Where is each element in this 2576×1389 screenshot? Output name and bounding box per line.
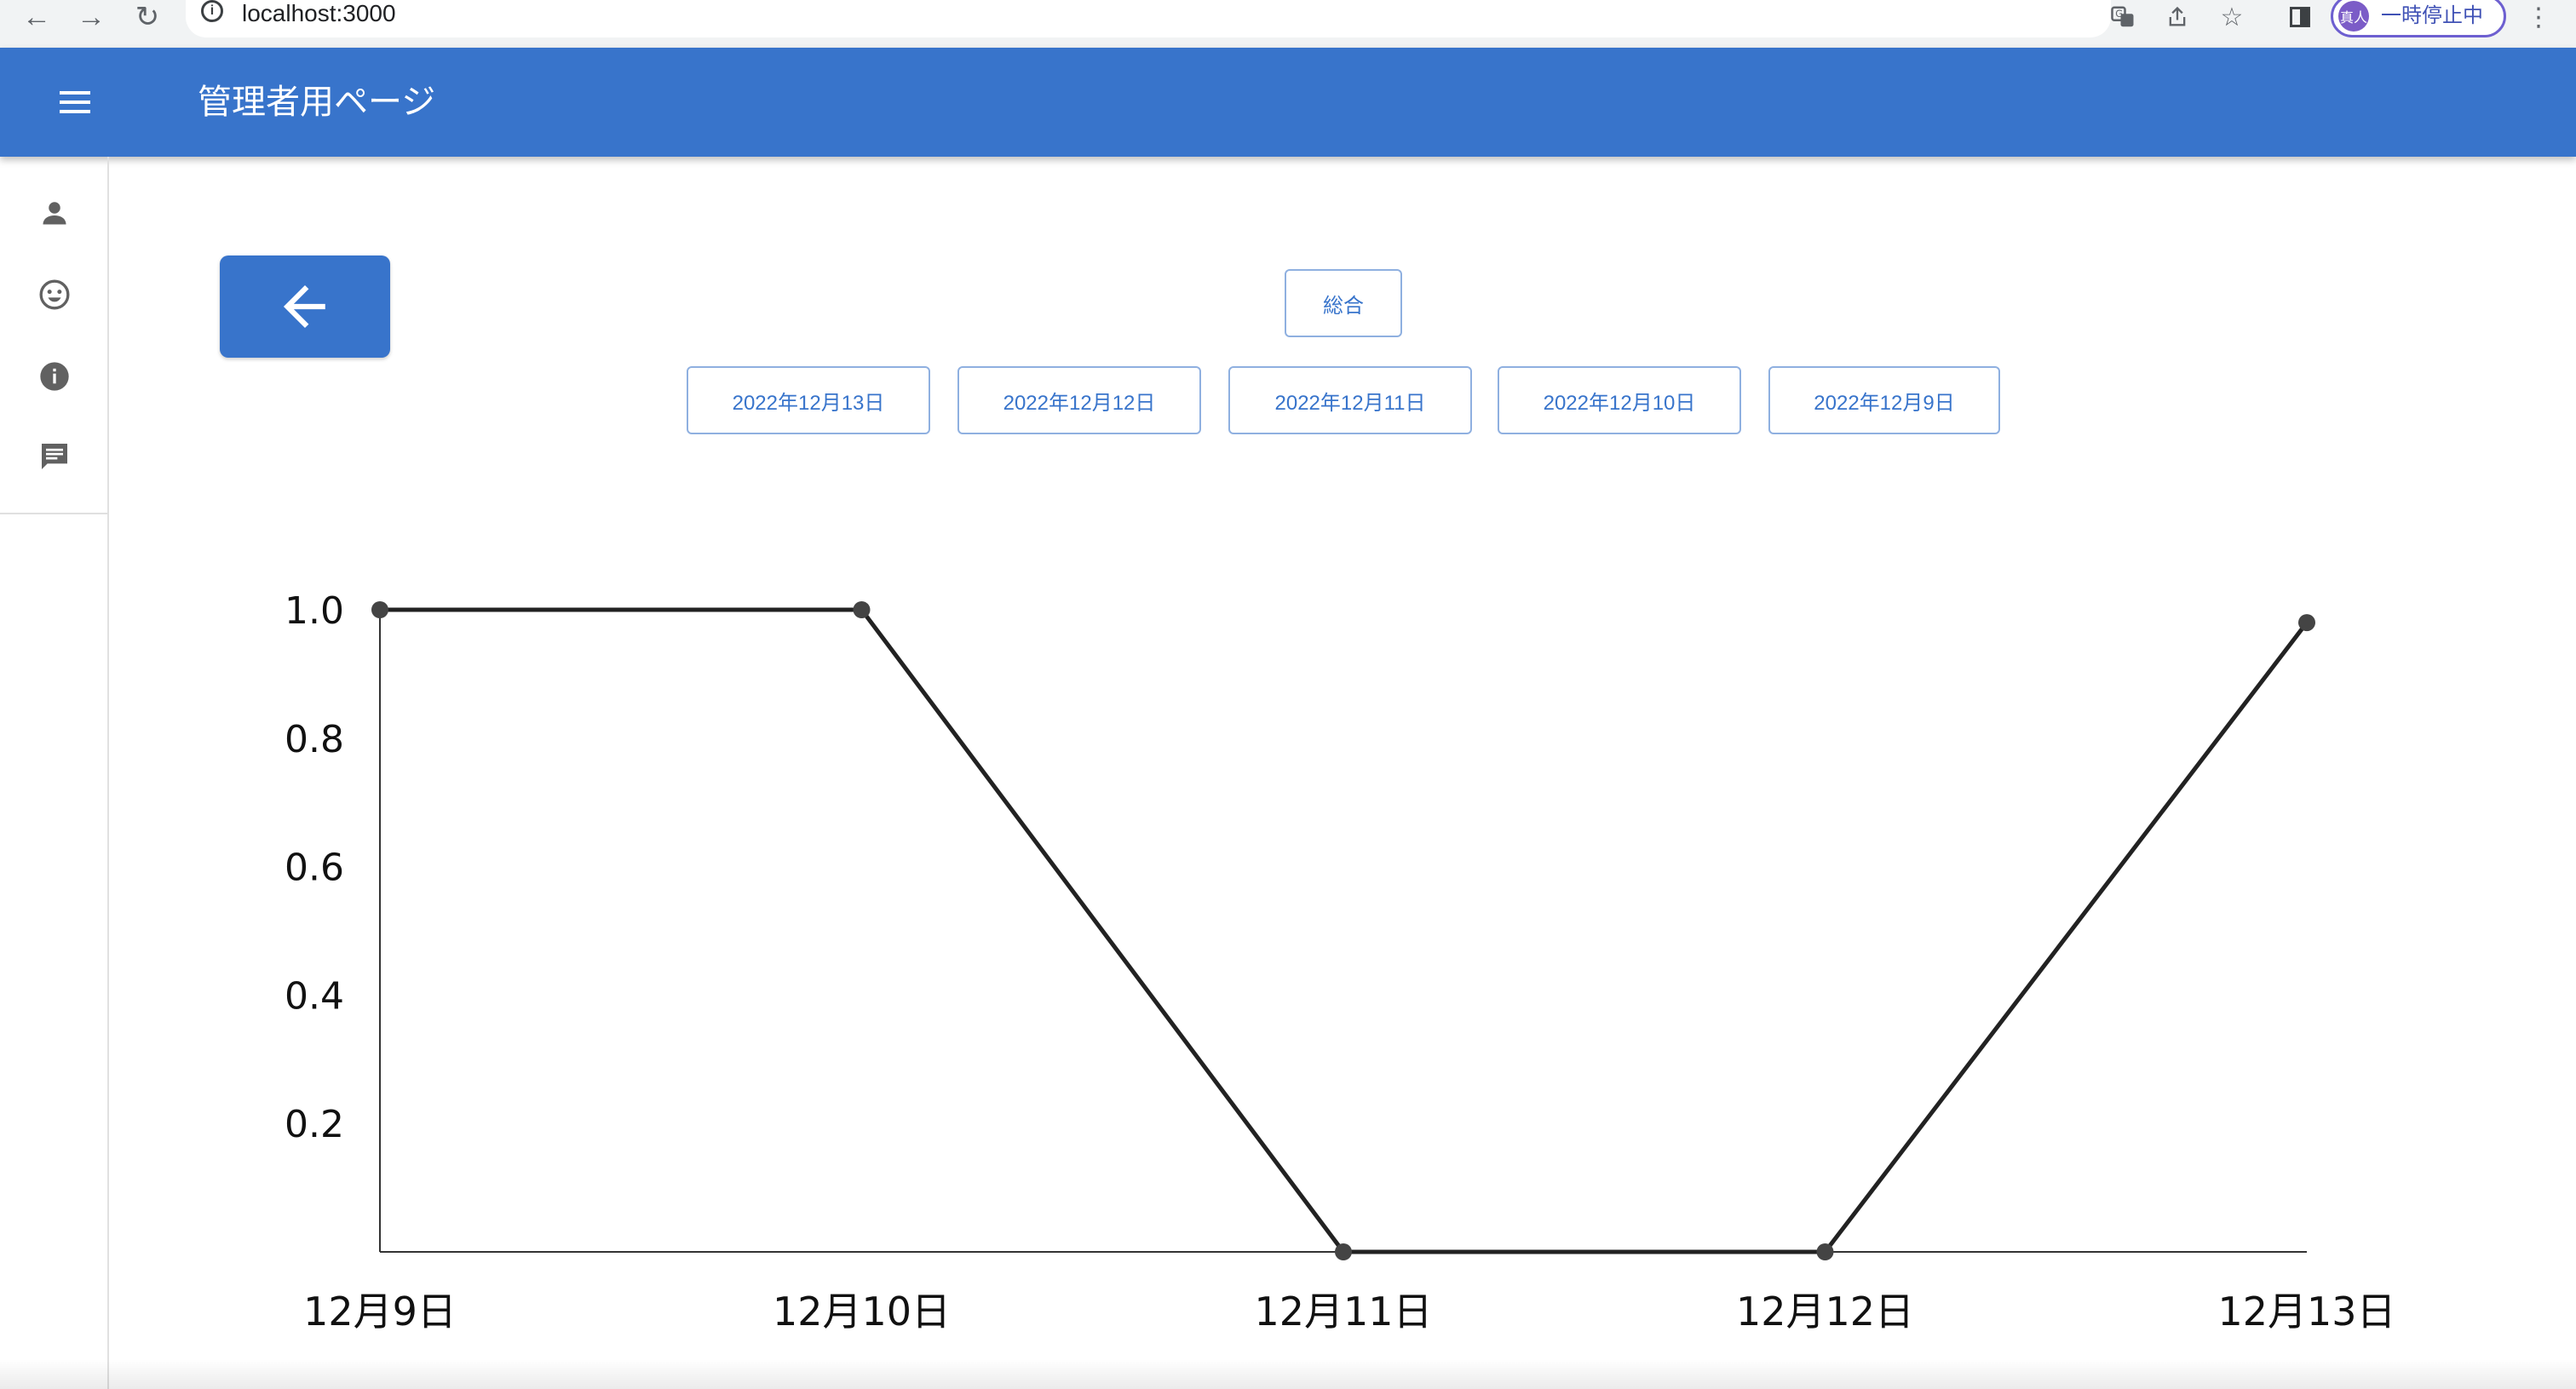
x-tick-label: 12月9日 (303, 1289, 457, 1334)
data-point (2298, 614, 2315, 632)
data-point (371, 601, 388, 618)
series-line (380, 607, 2309, 1254)
data-point (1816, 1243, 1834, 1260)
x-tick-label: 12月10日 (773, 1289, 951, 1334)
x-tick-label: 12月12日 (1736, 1289, 1914, 1334)
data-point (853, 601, 871, 618)
y-tick-label: 1.0 (285, 589, 344, 633)
x-tick-label: 12月13日 (2217, 1289, 2395, 1334)
bottom-edge-shadow (0, 1359, 2576, 1389)
y-tick-label: 0.6 (285, 847, 344, 890)
line-chart: 0.2 0.4 0.6 0.8 1.0 12月9日 12月10日 12月11日 12月12日 12… (285, 589, 2396, 1334)
y-tick-label: 0.4 (285, 974, 344, 1018)
x-tick-label: 12月11日 (1254, 1289, 1432, 1334)
y-tick-label: 0.2 (285, 1103, 344, 1146)
y-tick-label: 0.8 (285, 718, 344, 761)
data-point (1335, 1243, 1352, 1260)
